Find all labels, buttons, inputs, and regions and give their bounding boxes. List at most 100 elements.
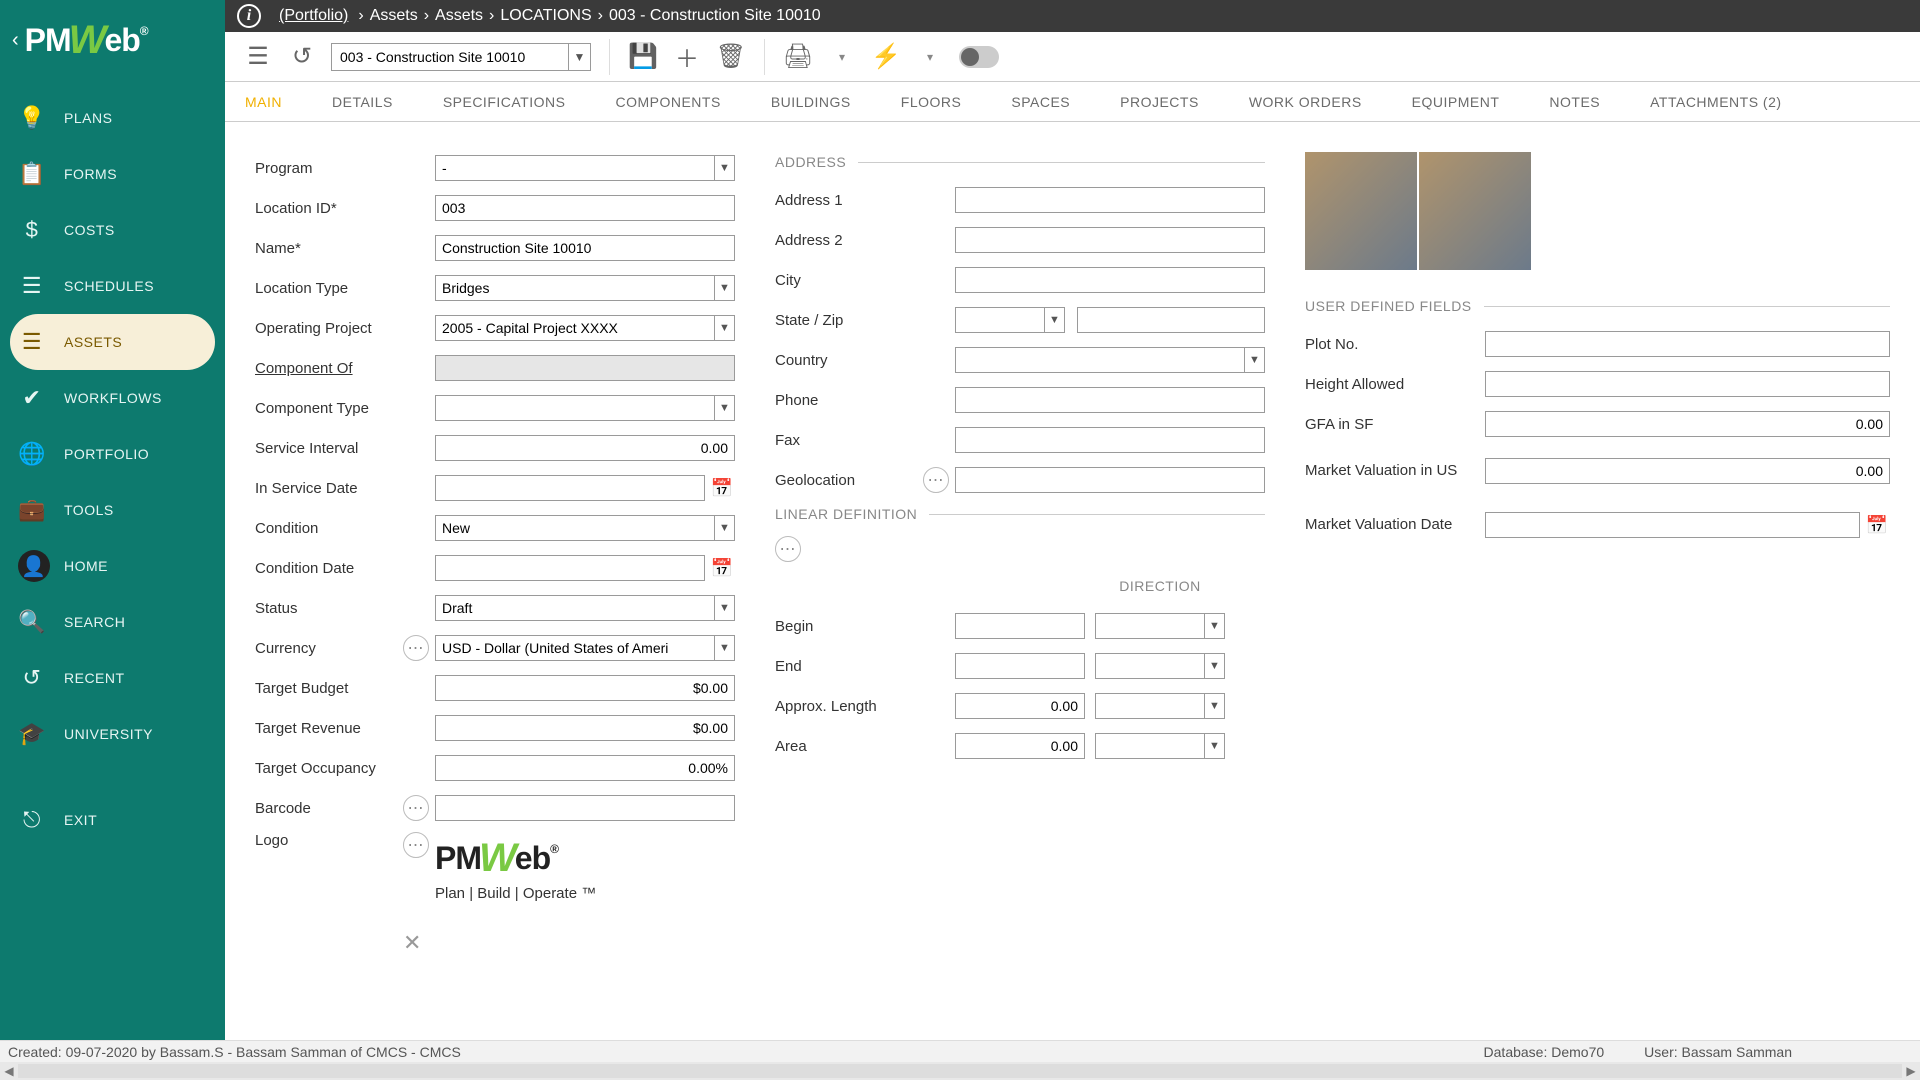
- sidebar-item-forms[interactable]: 📋 FORMS: [0, 146, 225, 202]
- collapse-sidebar-icon[interactable]: ‹: [12, 29, 19, 52]
- area-unit-select[interactable]: ▼: [1095, 733, 1225, 759]
- add-icon[interactable]: ＋: [672, 42, 702, 72]
- breadcrumb-portfolio[interactable]: (Portfolio): [279, 7, 348, 25]
- scroll-right-icon[interactable]: ▶: [1902, 1064, 1920, 1078]
- sidebar-item-university[interactable]: 🎓 UNIVERSITY: [0, 706, 225, 762]
- target-revenue-input[interactable]: [435, 715, 735, 741]
- tab-specifications[interactable]: SPECIFICATIONS: [443, 94, 566, 110]
- breadcrumb-assets2[interactable]: Assets: [435, 7, 483, 25]
- address1-input[interactable]: [955, 187, 1265, 213]
- tab-floors[interactable]: FLOORS: [901, 94, 962, 110]
- tab-projects[interactable]: PROJECTS: [1120, 94, 1199, 110]
- sidebar-item-portfolio[interactable]: 🌐 PORTFOLIO: [0, 426, 225, 482]
- address2-input[interactable]: [955, 227, 1265, 253]
- barcode-more-icon[interactable]: ⋯: [403, 795, 429, 821]
- tab-buildings[interactable]: BUILDINGS: [771, 94, 851, 110]
- bars-icon: ☰: [18, 273, 46, 299]
- label-condition: Condition: [255, 520, 435, 537]
- exit-icon: ⎋: [18, 807, 46, 833]
- plot-no-input[interactable]: [1485, 331, 1890, 357]
- sidebar-item-assets[interactable]: ☰ ASSETS: [10, 314, 215, 370]
- toggle-switch[interactable]: [959, 46, 999, 68]
- sidebar-item-schedules[interactable]: ☰ SCHEDULES: [0, 258, 225, 314]
- tab-workorders[interactable]: WORK ORDERS: [1249, 94, 1362, 110]
- label-component-of[interactable]: Component Of: [255, 360, 435, 377]
- target-occupancy-input[interactable]: [435, 755, 735, 781]
- chevron-down-icon[interactable]: ▼: [568, 44, 590, 70]
- thumbnail-1[interactable]: [1305, 152, 1417, 270]
- program-select[interactable]: -▼: [435, 155, 735, 181]
- bolt-icon[interactable]: ⚡: [871, 42, 901, 72]
- sidebar-item-tools[interactable]: 💼 TOOLS: [0, 482, 225, 538]
- print-dropdown-icon[interactable]: ▾: [827, 42, 857, 72]
- calendar-icon[interactable]: 📅: [709, 475, 735, 501]
- operating-project-select[interactable]: 2005 - Capital Project XXXX▼: [435, 315, 735, 341]
- service-interval-input[interactable]: [435, 435, 735, 461]
- geolocation-input[interactable]: [955, 467, 1265, 493]
- lindef-more-icon[interactable]: ⋯: [775, 536, 801, 562]
- condition-date-input[interactable]: [435, 555, 705, 581]
- height-allowed-input[interactable]: [1485, 371, 1890, 397]
- calendar-icon[interactable]: 📅: [709, 555, 735, 581]
- sidebar-item-workflows[interactable]: ✔ WORKFLOWS: [0, 370, 225, 426]
- gfa-input[interactable]: [1485, 411, 1890, 437]
- end-input[interactable]: [955, 653, 1085, 679]
- tab-spaces[interactable]: SPACES: [1011, 94, 1070, 110]
- market-val-date-input[interactable]: [1485, 512, 1860, 538]
- area-input[interactable]: [955, 733, 1085, 759]
- horizontal-scrollbar[interactable]: ◀ ▶: [0, 1062, 1920, 1080]
- logo-more-icon[interactable]: ⋯: [403, 832, 429, 858]
- tab-notes[interactable]: NOTES: [1549, 94, 1600, 110]
- print-icon[interactable]: 🖨: [783, 42, 813, 72]
- sidebar-item-exit[interactable]: ⎋ EXIT: [0, 792, 225, 848]
- location-type-select[interactable]: Bridges▼: [435, 275, 735, 301]
- in-service-date-input[interactable]: [435, 475, 705, 501]
- end-dir-select[interactable]: ▼: [1095, 653, 1225, 679]
- state-select[interactable]: ▼: [955, 307, 1065, 333]
- bolt-dropdown-icon[interactable]: ▾: [915, 42, 945, 72]
- city-input[interactable]: [955, 267, 1265, 293]
- currency-select[interactable]: USD - Dollar (United States of Ameri▼: [435, 635, 735, 661]
- status-select[interactable]: Draft▼: [435, 595, 735, 621]
- target-budget-input[interactable]: [435, 675, 735, 701]
- location-id-input[interactable]: [435, 195, 735, 221]
- sidebar-item-recent[interactable]: ↺ RECENT: [0, 650, 225, 706]
- delete-icon[interactable]: 🗑: [716, 42, 746, 72]
- record-selector[interactable]: 003 - Construction Site 10010 ▼: [331, 43, 591, 71]
- sidebar-item-costs[interactable]: $ COSTS: [0, 202, 225, 258]
- barcode-input[interactable]: [435, 795, 735, 821]
- calendar-icon[interactable]: 📅: [1864, 512, 1890, 538]
- tab-details[interactable]: DETAILS: [332, 94, 393, 110]
- name-input[interactable]: [435, 235, 735, 261]
- currency-more-icon[interactable]: ⋯: [403, 635, 429, 661]
- sidebar-item-search[interactable]: 🔍 SEARCH: [0, 594, 225, 650]
- phone-input[interactable]: [955, 387, 1265, 413]
- market-val-us-input[interactable]: [1485, 458, 1890, 484]
- tab-main[interactable]: MAIN: [245, 94, 282, 110]
- country-select[interactable]: ▼: [955, 347, 1265, 373]
- fax-input[interactable]: [955, 427, 1265, 453]
- save-icon[interactable]: 💾: [628, 42, 658, 72]
- undo-icon[interactable]: ↺: [287, 42, 317, 72]
- approx-unit-select[interactable]: ▼: [1095, 693, 1225, 719]
- geolocation-more-icon[interactable]: ⋯: [923, 467, 949, 493]
- begin-dir-select[interactable]: ▼: [1095, 613, 1225, 639]
- breadcrumb-assets1[interactable]: Assets: [370, 7, 418, 25]
- sidebar-item-plans[interactable]: 💡 PLANS: [0, 90, 225, 146]
- zip-input[interactable]: [1077, 307, 1265, 333]
- tab-attachments[interactable]: ATTACHMENTS (2): [1650, 94, 1781, 110]
- tab-equipment[interactable]: EQUIPMENT: [1412, 94, 1500, 110]
- scroll-left-icon[interactable]: ◀: [0, 1064, 18, 1078]
- sidebar-item-home[interactable]: 👤 HOME: [0, 538, 225, 594]
- component-type-select[interactable]: ▼: [435, 395, 735, 421]
- list-icon[interactable]: ☰: [243, 42, 273, 72]
- breadcrumb-locations[interactable]: LOCATIONS: [500, 7, 591, 25]
- approx-length-input[interactable]: [955, 693, 1085, 719]
- tab-components[interactable]: COMPONENTS: [615, 94, 720, 110]
- condition-select[interactable]: New▼: [435, 515, 735, 541]
- info-icon[interactable]: i: [237, 4, 261, 28]
- thumbnail-2[interactable]: [1419, 152, 1531, 270]
- breadcrumb-bar: i (Portfolio) › Assets › Assets › LOCATI…: [0, 0, 1920, 32]
- remove-logo-icon[interactable]: ✕: [403, 930, 735, 956]
- begin-input[interactable]: [955, 613, 1085, 639]
